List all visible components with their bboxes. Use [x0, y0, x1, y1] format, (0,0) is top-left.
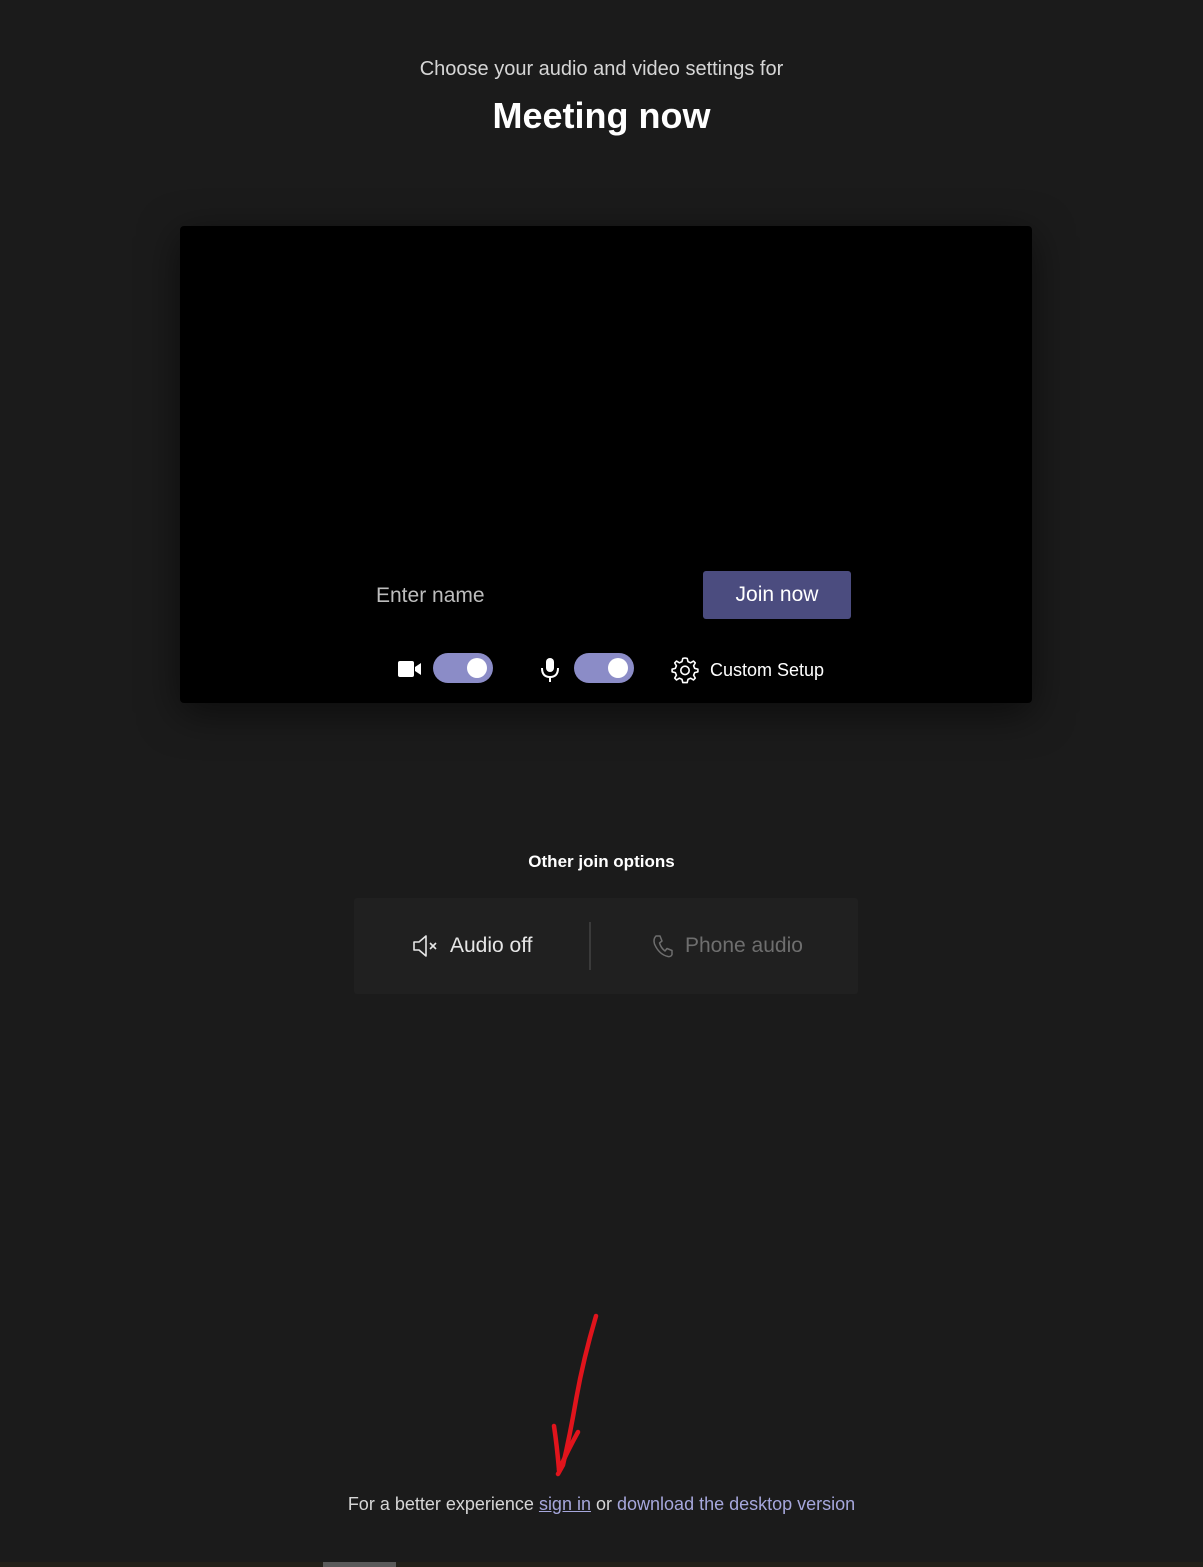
scrollbar-thumb[interactable] [323, 1562, 396, 1567]
other-join-options: Audio off Phone audio [354, 898, 858, 994]
sign-in-link[interactable]: sign in [539, 1494, 591, 1514]
phone-audio-option[interactable]: Phone audio [651, 898, 803, 994]
join-now-button[interactable]: Join now [703, 571, 851, 619]
download-desktop-link[interactable]: download the desktop version [617, 1494, 855, 1514]
footer-prefix: For a better experience [347, 1494, 534, 1514]
name-input[interactable] [374, 578, 678, 614]
phone-audio-label: Phone audio [685, 934, 803, 957]
gear-icon [671, 657, 699, 684]
audio-off-label: Audio off [450, 934, 533, 957]
phone-icon [653, 935, 673, 958]
options-divider [589, 922, 591, 970]
page-subtitle: Choose your audio and video settings for [419, 58, 784, 80]
meeting-title: Meeting now [492, 95, 711, 136]
custom-setup-label: Custom Setup [710, 659, 825, 680]
speaker-muted-icon [413, 935, 437, 957]
footer-or: or [595, 1494, 612, 1514]
prejoin-page: Choose your audio and video settings for… [0, 0, 1203, 1567]
horizontal-scrollbar[interactable] [0, 1562, 1203, 1567]
custom-setup-button[interactable]: Custom Setup [670, 654, 824, 686]
video-camera-icon [398, 661, 421, 677]
audio-off-option[interactable]: Audio off [412, 898, 533, 994]
footer-message: For a better experience sign in or downl… [0, 1494, 1203, 1515]
microphone-toggle[interactable] [574, 653, 634, 683]
video-preview-panel: Join now Custom Setup [180, 226, 1032, 703]
microphone-toggle-knob [608, 658, 628, 678]
camera-toggle[interactable] [433, 653, 493, 683]
microphone-icon [541, 658, 559, 682]
camera-toggle-knob [467, 658, 487, 678]
other-join-options-title: Other join options [528, 852, 675, 871]
